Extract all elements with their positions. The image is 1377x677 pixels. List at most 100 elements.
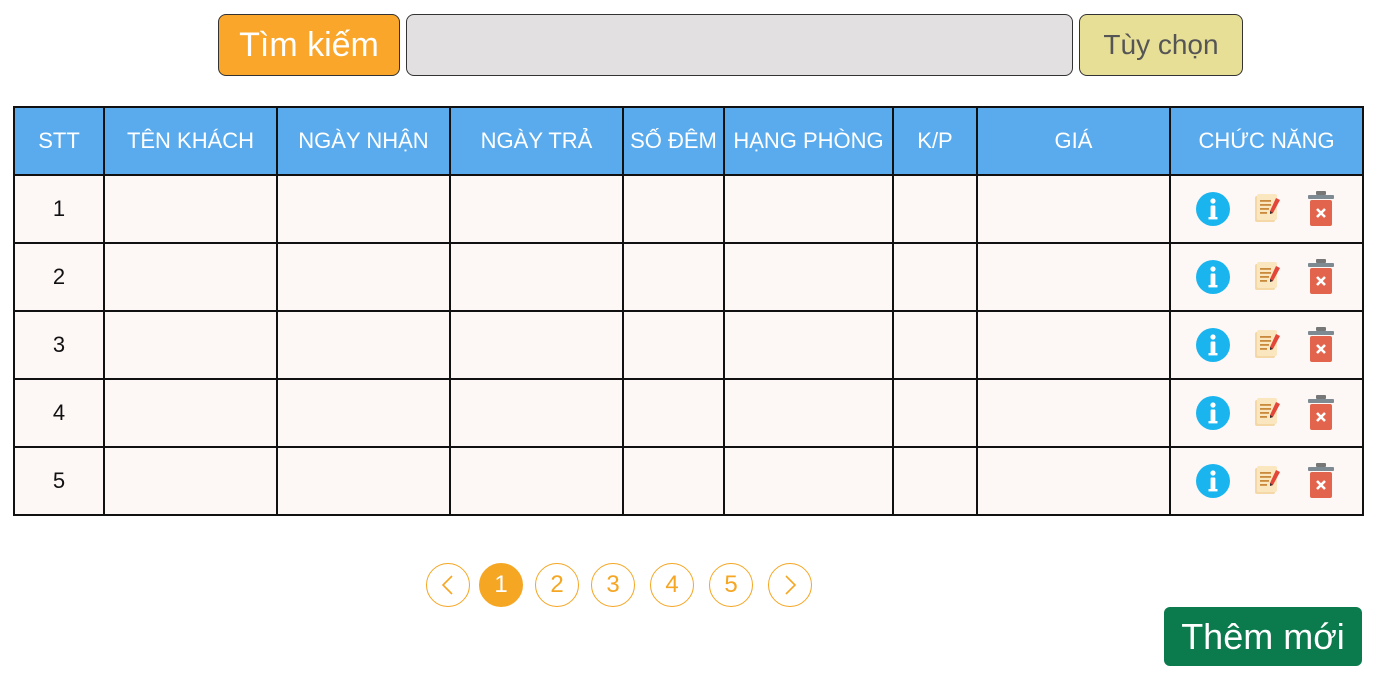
trash-icon xyxy=(1306,462,1336,500)
cell-nights xyxy=(622,378,725,448)
pagination-page-3[interactable]: 3 xyxy=(591,563,635,607)
info-button[interactable] xyxy=(1195,394,1231,432)
pagination-page-4[interactable]: 4 xyxy=(650,563,694,607)
header-price: GIÁ xyxy=(976,106,1171,176)
cell-price xyxy=(976,310,1171,380)
edit-button[interactable] xyxy=(1249,462,1285,500)
cell-room-class xyxy=(723,174,894,244)
cell-nights xyxy=(622,174,725,244)
row-actions xyxy=(1171,326,1362,364)
edit-note-icon xyxy=(1252,464,1282,498)
cell-checkin-date xyxy=(276,310,451,380)
pagination-page-2[interactable]: 2 xyxy=(535,563,579,607)
table-row: 1 xyxy=(13,174,1364,244)
cell-actions xyxy=(1169,378,1364,448)
cell-actions xyxy=(1169,242,1364,312)
table-row: 3 xyxy=(13,310,1364,380)
header-nights: SỐ ĐÊM xyxy=(622,106,725,176)
cell-price xyxy=(976,446,1171,516)
cell-guest-name xyxy=(103,378,278,448)
row-actions xyxy=(1171,258,1362,296)
edit-button[interactable] xyxy=(1249,190,1285,228)
pagination-page-5[interactable]: 5 xyxy=(709,563,753,607)
trash-icon xyxy=(1306,258,1336,296)
cell-guest-name xyxy=(103,310,278,380)
cell-actions xyxy=(1169,174,1364,244)
cell-nights xyxy=(622,310,725,380)
delete-button[interactable] xyxy=(1303,326,1339,364)
edit-button[interactable] xyxy=(1249,258,1285,296)
pagination-page-1[interactable]: 1 xyxy=(479,563,523,607)
cell-checkin-date xyxy=(276,174,451,244)
search-input[interactable] xyxy=(406,14,1073,76)
info-icon xyxy=(1195,191,1231,227)
info-button[interactable] xyxy=(1195,462,1231,500)
header-kp: K/P xyxy=(892,106,978,176)
info-icon xyxy=(1195,395,1231,431)
cell-actions xyxy=(1169,310,1364,380)
cell-price xyxy=(976,174,1171,244)
cell-stt: 3 xyxy=(13,310,105,380)
cell-kp xyxy=(892,242,978,312)
cell-stt: 5 xyxy=(13,446,105,516)
cell-kp xyxy=(892,174,978,244)
add-new-button[interactable]: Thêm mới xyxy=(1164,607,1362,666)
cell-room-class xyxy=(723,378,894,448)
table-row: 4 xyxy=(13,378,1364,448)
header-checkout-date: NGÀY TRẢ xyxy=(449,106,624,176)
info-icon xyxy=(1195,327,1231,363)
cell-room-class xyxy=(723,310,894,380)
delete-button[interactable] xyxy=(1303,462,1339,500)
info-icon xyxy=(1195,463,1231,499)
cell-price xyxy=(976,242,1171,312)
cell-checkout-date xyxy=(449,378,624,448)
chevron-right-icon xyxy=(785,575,797,595)
delete-button[interactable] xyxy=(1303,190,1339,228)
cell-kp xyxy=(892,310,978,380)
edit-note-icon xyxy=(1252,328,1282,362)
header-room-class: HẠNG PHÒNG xyxy=(723,106,894,176)
options-button[interactable]: Tùy chọn xyxy=(1079,14,1243,76)
trash-icon xyxy=(1306,190,1336,228)
cell-price xyxy=(976,378,1171,448)
table-row: 2 xyxy=(13,242,1364,312)
cell-stt: 4 xyxy=(13,378,105,448)
info-button[interactable] xyxy=(1195,326,1231,364)
header-guest-name: TÊN KHÁCH xyxy=(103,106,278,176)
trash-icon xyxy=(1306,326,1336,364)
delete-button[interactable] xyxy=(1303,394,1339,432)
info-button[interactable] xyxy=(1195,258,1231,296)
edit-button[interactable] xyxy=(1249,394,1285,432)
cell-stt: 1 xyxy=(13,174,105,244)
chevron-left-icon xyxy=(441,575,453,595)
row-actions xyxy=(1171,462,1362,500)
pagination-next-button[interactable] xyxy=(768,563,812,607)
edit-note-icon xyxy=(1252,396,1282,430)
edit-note-icon xyxy=(1252,260,1282,294)
search-button[interactable]: Tìm kiếm xyxy=(218,14,400,76)
row-actions xyxy=(1171,190,1362,228)
cell-checkout-date xyxy=(449,174,624,244)
table-header-row: STT TÊN KHÁCH NGÀY NHẬN NGÀY TRẢ SỐ ĐÊM … xyxy=(13,106,1364,176)
cell-nights xyxy=(622,242,725,312)
cell-guest-name xyxy=(103,242,278,312)
cell-kp xyxy=(892,378,978,448)
cell-actions xyxy=(1169,446,1364,516)
header-stt: STT xyxy=(13,106,105,176)
cell-guest-name xyxy=(103,446,278,516)
edit-button[interactable] xyxy=(1249,326,1285,364)
cell-checkout-date xyxy=(449,242,624,312)
info-button[interactable] xyxy=(1195,190,1231,228)
table-row: 5 xyxy=(13,446,1364,516)
delete-button[interactable] xyxy=(1303,258,1339,296)
header-functions: CHỨC NĂNG xyxy=(1169,106,1364,176)
cell-checkin-date xyxy=(276,446,451,516)
cell-stt: 2 xyxy=(13,242,105,312)
cell-nights xyxy=(622,446,725,516)
trash-icon xyxy=(1306,394,1336,432)
cell-checkout-date xyxy=(449,446,624,516)
edit-note-icon xyxy=(1252,192,1282,226)
header-checkin-date: NGÀY NHẬN xyxy=(276,106,451,176)
pagination-prev-button[interactable] xyxy=(426,563,470,607)
cell-room-class xyxy=(723,446,894,516)
